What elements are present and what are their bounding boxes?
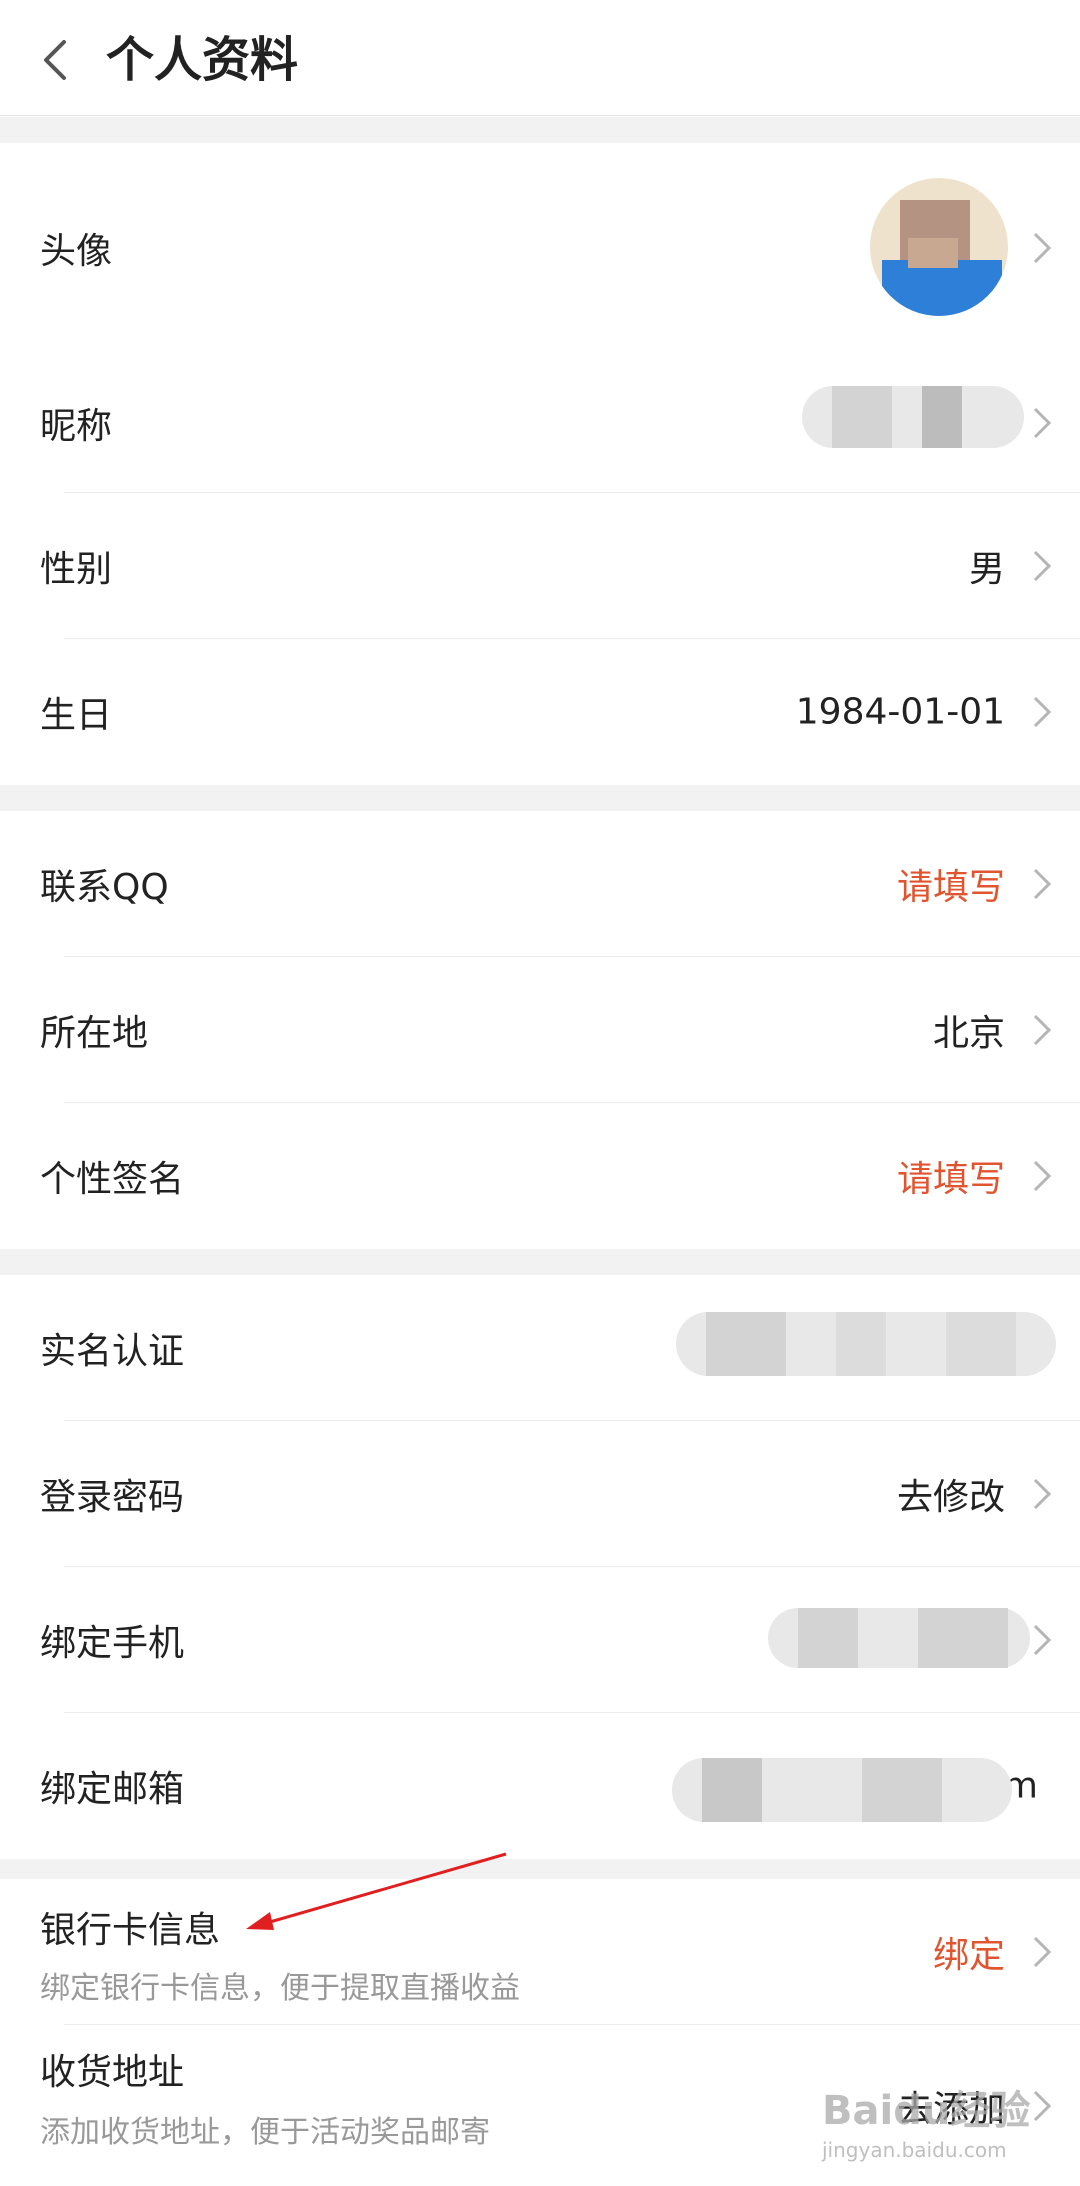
watermark-url: jingyan.baidu.com xyxy=(822,2138,1007,2162)
birthday-label: 生日 xyxy=(40,695,113,736)
chevron-right-icon xyxy=(1033,868,1052,900)
row-signature[interactable]: 个性签名 请填写 xyxy=(0,1103,1080,1249)
realname-value-redacted xyxy=(676,1312,1056,1376)
chevron-right-icon xyxy=(1033,1936,1052,1968)
chevron-right-icon xyxy=(1033,1478,1052,1510)
chevron-right-icon xyxy=(1033,1624,1052,1656)
row-qq[interactable]: 联系QQ 请填写 xyxy=(0,811,1080,957)
section-gap xyxy=(0,785,1080,811)
avatar[interactable] xyxy=(870,178,1008,316)
watermark-logo: Baidu经验 jingyan.baidu.com xyxy=(822,2078,1030,2168)
row-birthday[interactable]: 生日 1984-01-01 xyxy=(0,639,1080,785)
chevron-right-icon xyxy=(1033,696,1052,728)
address-label: 收货地址 xyxy=(40,2052,185,2093)
address-subtitle: 添加收货地址，便于活动奖品邮寄 xyxy=(40,2115,490,2150)
phone-label: 绑定手机 xyxy=(40,1623,185,1664)
nickname-value-redacted xyxy=(802,386,1024,448)
avatar-label: 头像 xyxy=(40,231,113,272)
email-value-redacted xyxy=(672,1758,1012,1822)
signature-value: 请填写 xyxy=(896,1159,1005,1200)
password-label: 登录密码 xyxy=(40,1477,185,1518)
watermark-text: Baidu经验 xyxy=(822,2088,1031,2134)
chevron-right-icon xyxy=(1033,550,1052,582)
chevron-right-icon xyxy=(1033,1014,1052,1046)
qq-value: 请填写 xyxy=(896,867,1005,908)
location-label: 所在地 xyxy=(40,1013,149,1054)
gender-label: 性别 xyxy=(40,549,113,590)
chevron-right-icon xyxy=(1033,232,1052,264)
bank-label: 银行卡信息 xyxy=(40,1910,221,1951)
row-password[interactable]: 登录密码 去修改 xyxy=(0,1421,1080,1567)
annotation-arrow-icon xyxy=(246,1852,507,1930)
bank-value: 绑定 xyxy=(932,1935,1005,1976)
row-bank-card[interactable]: 银行卡信息 绑定银行卡信息，便于提取直播收益 绑定 xyxy=(0,1879,1080,2025)
qq-label: 联系QQ xyxy=(40,867,169,908)
realname-label: 实名认证 xyxy=(40,1331,185,1372)
nickname-label: 昵称 xyxy=(40,406,113,447)
chevron-right-icon xyxy=(1033,1160,1052,1192)
section-gap xyxy=(0,1249,1080,1275)
gender-value: 男 xyxy=(968,549,1005,590)
section-gap xyxy=(0,117,1080,143)
location-value: 北京 xyxy=(932,1013,1005,1054)
password-value: 去修改 xyxy=(896,1477,1005,1518)
chevron-right-icon xyxy=(1033,2090,1052,2121)
birthday-value: 1984-01-01 xyxy=(795,691,1005,733)
phone-value-redacted xyxy=(768,1608,1030,1668)
row-location[interactable]: 所在地 北京 xyxy=(0,957,1080,1103)
row-gender[interactable]: 性别 男 xyxy=(0,493,1080,639)
top-bar: 个人资料 xyxy=(0,0,1080,116)
section-gap xyxy=(0,1859,1080,1879)
chevron-right-icon xyxy=(1033,407,1052,439)
bank-subtitle: 绑定银行卡信息，便于提取直播收益 xyxy=(40,1971,520,2006)
back-arrow-icon[interactable] xyxy=(38,38,70,82)
email-label: 绑定邮箱 xyxy=(40,1769,185,1810)
page-title: 个人资料 xyxy=(106,32,299,88)
signature-label: 个性签名 xyxy=(40,1159,185,1200)
